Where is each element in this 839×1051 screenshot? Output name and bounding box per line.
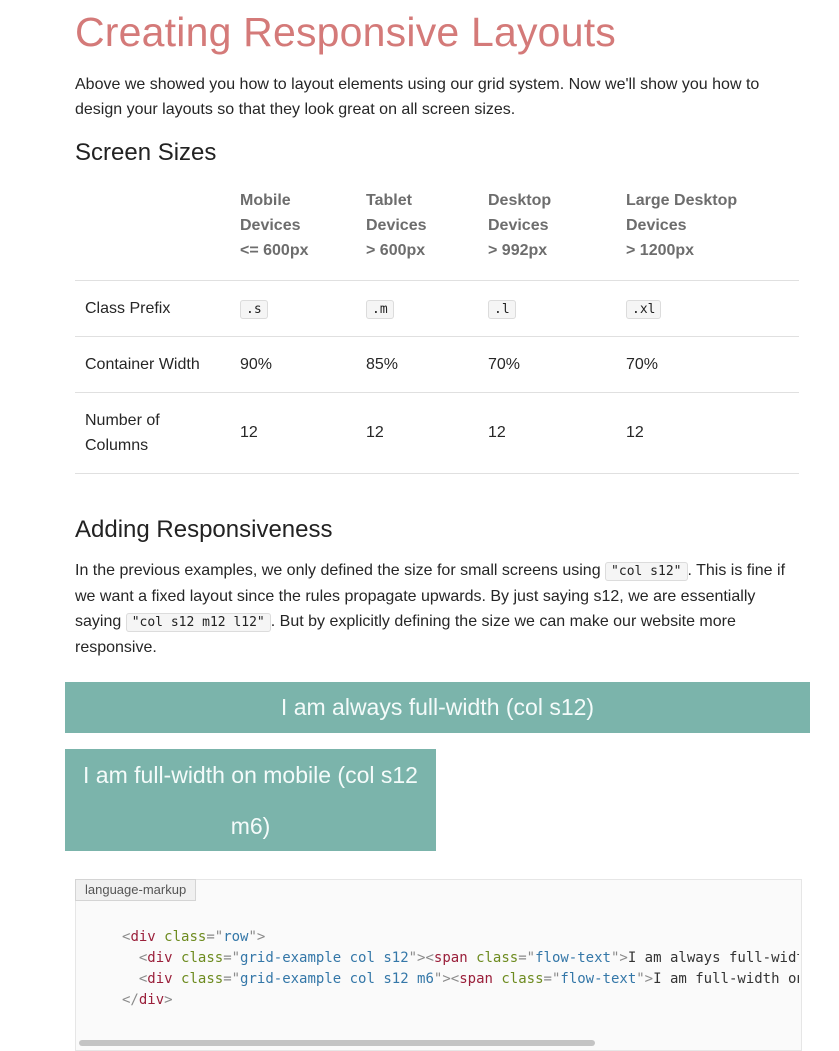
col-header-line: Large Desktop (626, 192, 738, 209)
inline-code: "col s12" (605, 562, 688, 581)
page: Creating Responsive Layouts Above we sho… (0, 0, 839, 1051)
code-text: I am always full-width (627, 950, 799, 966)
code-value: row (223, 929, 249, 945)
code-tag: div (130, 929, 156, 945)
col-header-line: Devices (240, 217, 301, 234)
col-header-line: Devices (366, 217, 427, 234)
row-label-container-width: Container Width (85, 356, 200, 373)
code-tag: span (459, 971, 493, 987)
code-value: flow-text (560, 971, 637, 987)
table-cell: 70% (488, 356, 521, 373)
code-content: <div class="row"> <div class="grid-examp… (122, 927, 799, 1011)
code-text: I am full-width on mobile (653, 971, 799, 987)
col-header-line: Mobile (240, 192, 291, 209)
table-cell: 12 (366, 424, 384, 441)
table-cell: 90% (240, 356, 273, 373)
table-cell: 12 (626, 424, 644, 441)
table-cell: .l (488, 296, 516, 322)
intro-paragraph: Above we showed you how to layout elemen… (75, 76, 760, 118)
half-width-example-text: m6) (230, 813, 271, 839)
code-tag: span (433, 950, 468, 966)
code-value: flow-text (535, 950, 611, 966)
row-label-class-prefix: Class Prefix (85, 300, 171, 317)
code-attr: class (501, 971, 544, 987)
col-header-line: > 992px (488, 242, 548, 259)
row-label-line: Number of (85, 412, 160, 429)
responsiveness-paragraph: In the previous examples, we only define… (75, 558, 801, 660)
table-cell: 12 (488, 424, 506, 441)
col-header-large-desktop: Large Desktop Devices > 1200px (626, 188, 737, 263)
table-divider (75, 392, 799, 393)
code-attr: class (181, 971, 224, 987)
col-header-tablet: Tablet Devices > 600px (366, 188, 427, 263)
screen-sizes-heading: Screen Sizes (75, 139, 217, 166)
half-width-example: I am full-width on mobile (col s12 m6) (65, 749, 436, 851)
code-attr: class (181, 950, 224, 966)
inline-code: "col s12 m12 l12" (125, 613, 271, 632)
adding-responsiveness-heading: Adding Responsiveness (75, 516, 333, 543)
language-label: language-markup (75, 879, 197, 901)
row-label-line: Columns (85, 437, 149, 454)
col-header-desktop: Desktop Devices > 992px (488, 188, 551, 263)
code-horizontal-scrollbar[interactable] (79, 1040, 595, 1046)
col-header-line: > 600px (366, 242, 426, 259)
page-title: Creating Responsive Layouts (75, 9, 616, 55)
paragraph-text: In the previous examples, we only define… (75, 562, 606, 579)
table-cell: 70% (626, 356, 659, 373)
col-header-line: Devices (488, 217, 549, 234)
code-attr: class (164, 929, 207, 945)
full-width-example: I am always full-width (col s12) (65, 682, 810, 733)
table-cell: .xl (626, 296, 662, 322)
table-cell: 12 (240, 424, 258, 441)
code-value: grid-example col s12 (240, 950, 409, 966)
code-value: grid-example col s12 m6 (240, 971, 434, 987)
table-cell: .s (240, 296, 268, 322)
class-prefix-code: .s (240, 300, 268, 319)
table-cell: 85% (366, 356, 399, 373)
col-header-line: > 1200px (626, 242, 695, 259)
row-label-number-of-columns: Number of Columns (85, 408, 160, 458)
col-header-line: Devices (626, 217, 687, 234)
class-prefix-code: .m (366, 300, 394, 319)
col-header-line: Tablet (366, 192, 412, 209)
col-header-line: <= 600px (240, 242, 309, 259)
code-tag: div (147, 971, 173, 987)
table-divider (75, 336, 799, 337)
code-tag: div (147, 950, 173, 966)
full-width-example-text: I am always full-width (col s12) (280, 694, 595, 720)
class-prefix-code: .xl (626, 300, 662, 319)
table-divider (75, 473, 799, 474)
code-tag: div (138, 992, 165, 1008)
col-header-line: Desktop (488, 192, 552, 209)
col-header-mobile: Mobile Devices <= 600px (240, 188, 309, 263)
code-attr: class (476, 950, 519, 966)
table-cell: .m (366, 296, 394, 322)
half-width-example-text: I am full-width on mobile (col s12 (83, 762, 418, 788)
table-divider (75, 280, 799, 281)
class-prefix-code: .l (488, 300, 516, 319)
